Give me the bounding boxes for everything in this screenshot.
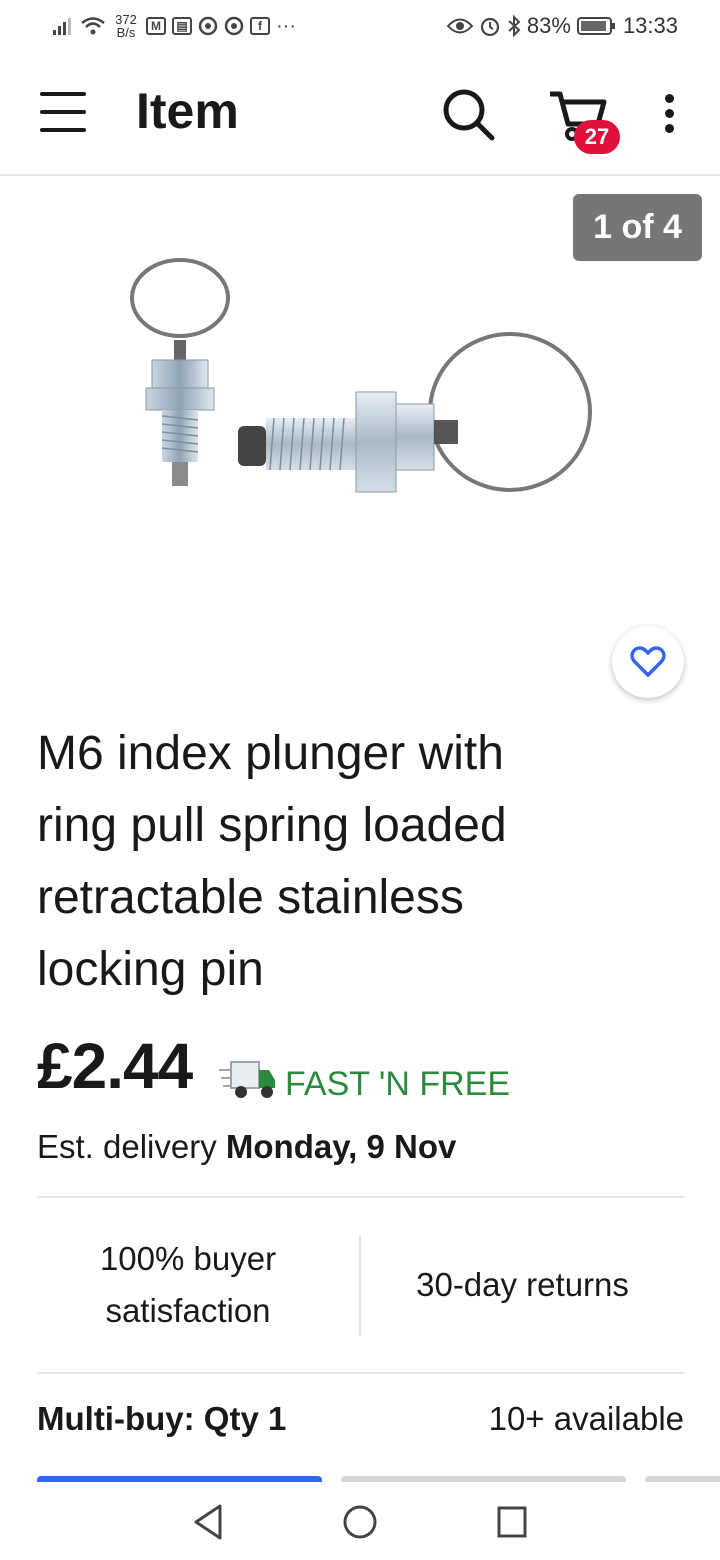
truck-icon xyxy=(219,1061,275,1098)
signal-icon xyxy=(53,18,71,35)
available-quantity: 10+ available xyxy=(488,1400,684,1437)
trust-badges: 100% buyer satisfaction 30-day returns xyxy=(37,1230,684,1340)
calendar-icon: ▤ xyxy=(172,17,192,35)
chrome-icon xyxy=(224,16,244,36)
delivery-estimate: Est. delivery Monday, 9 Nov xyxy=(37,1126,456,1168)
wifi-icon xyxy=(81,17,105,35)
battery-icon xyxy=(576,17,615,35)
delivery-prefix: Est. delivery xyxy=(37,1128,217,1165)
bluetooth-icon xyxy=(508,15,521,37)
divider xyxy=(37,1372,684,1374)
cart-count-badge[interactable]: 27 xyxy=(574,120,620,154)
status-right: 83% 13:33 xyxy=(446,10,678,42)
clock: 13:33 xyxy=(622,13,678,38)
product-image[interactable] xyxy=(100,248,620,528)
more-vert-icon[interactable] xyxy=(660,92,680,136)
gmail-icon: M xyxy=(146,17,166,35)
facebook-icon: f xyxy=(250,17,270,35)
more-notifications-icon: ··· xyxy=(276,14,296,37)
recents-icon[interactable] xyxy=(496,1504,528,1540)
system-nav-bar xyxy=(0,1482,720,1560)
search-icon[interactable] xyxy=(440,86,496,142)
battery-percent: 83% xyxy=(526,13,571,38)
home-icon[interactable] xyxy=(342,1502,378,1542)
back-icon[interactable] xyxy=(190,1502,226,1542)
shipping-label: FAST 'N FREE xyxy=(285,1065,511,1103)
status-left: 372 B/s M ▤ f ··· xyxy=(52,10,296,42)
status-bar: 372 B/s M ▤ f ··· 83% 13:33 xyxy=(0,0,720,52)
buyer-satisfaction: 100% buyer satisfaction xyxy=(99,1240,277,1329)
eye-icon xyxy=(446,18,473,34)
delivery-date: Monday, 9 Nov xyxy=(225,1128,457,1165)
divider xyxy=(37,1196,684,1198)
page-title: Item xyxy=(136,83,239,139)
heart-outline-icon xyxy=(630,646,666,677)
returns-policy: 30-day returns xyxy=(416,1266,629,1303)
price: £2.44 xyxy=(37,1030,193,1102)
net-speed: 372 B/s xyxy=(112,13,140,39)
chrome-icon xyxy=(198,16,218,36)
price-row: £2.44 FAST 'N FREE xyxy=(37,1030,697,1103)
alarm-icon xyxy=(480,17,499,37)
app-bar: Item 27 xyxy=(0,52,720,176)
net-speed-unit: B/s xyxy=(116,25,136,40)
favorite-button[interactable] xyxy=(612,626,684,698)
product-title: M6 index plunger with ring pull spring l… xyxy=(37,727,507,996)
image-gallery[interactable]: 1 of 4 xyxy=(0,178,720,708)
menu-icon[interactable] xyxy=(40,92,86,132)
multibuy-label: Multi-buy: Qty 1 xyxy=(37,1400,287,1437)
